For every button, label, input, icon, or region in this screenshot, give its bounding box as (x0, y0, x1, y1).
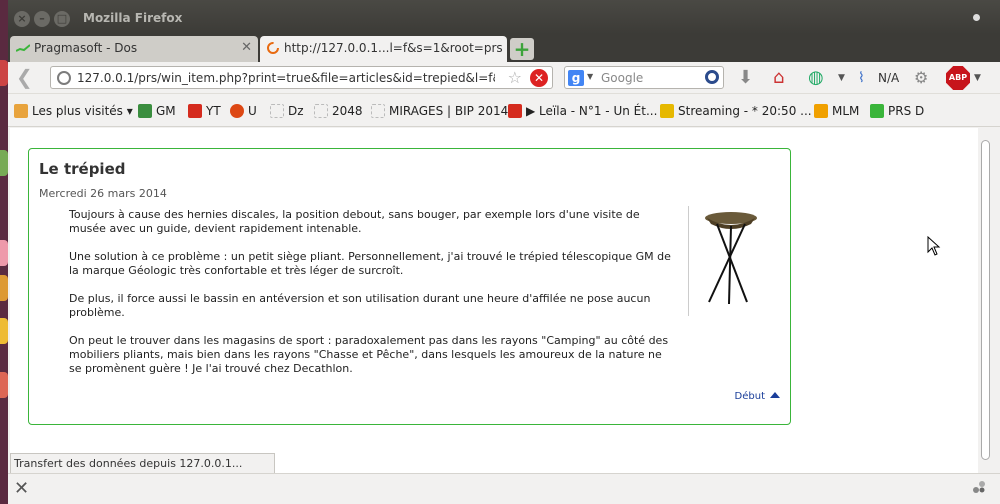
tripod-image (688, 206, 770, 316)
download-icon[interactable]: ⬇ (738, 67, 753, 89)
search-bar[interactable]: g ▼ Google (564, 66, 724, 89)
scrollbar-thumb[interactable] (981, 140, 990, 460)
bookmark-star-icon[interactable]: ☆ (508, 68, 522, 87)
search-input[interactable]: Google (601, 71, 643, 85)
article-paragraph: De plus, il force aussi le bassin en ant… (69, 292, 651, 319)
mlm-icon (814, 104, 828, 118)
launcher-item[interactable] (0, 372, 8, 398)
url-bar[interactable]: 127.0.0.1/prs/win_item.php?print=true&fi… (50, 66, 553, 89)
article-paragraph: Une solution à ce problème : un petit si… (69, 250, 671, 277)
navigation-bar: ❮ 127.0.0.1/prs/win_item.php?print=true&… (8, 62, 1000, 94)
window-title: Mozilla Firefox (83, 11, 183, 25)
launcher-item[interactable] (0, 240, 8, 266)
globe-addon-icon[interactable]: ◍ (808, 67, 824, 89)
ubuntu-icon (230, 104, 244, 118)
mouse-cursor-icon (927, 236, 941, 256)
tab-label: Pragmasoft - Dos (34, 41, 138, 55)
maximize-window-button[interactable]: □ (54, 11, 70, 27)
stop-icon[interactable]: ✕ (530, 69, 548, 87)
addon-status-label[interactable]: N/A (878, 71, 899, 85)
blank-page-icon (270, 104, 284, 118)
bookmark-item[interactable]: YT (188, 104, 221, 118)
minimize-window-button[interactable]: – (34, 11, 50, 27)
home-icon[interactable]: ⌂ (773, 67, 784, 89)
tab-pragmasoft[interactable]: Pragmasoft - Dos ✕ (10, 36, 258, 62)
browser-window: × – □ Mozilla Firefox Pragmasoft - Dos ✕… (8, 0, 1000, 504)
addon-gear-icon[interactable]: ⚙ (914, 67, 928, 89)
google-icon[interactable]: g (568, 70, 584, 86)
search-icon[interactable] (705, 70, 719, 84)
indicator-icon (973, 14, 980, 21)
tab-current[interactable]: http://127.0.0.1...l=f&s=1&root=prs (260, 36, 507, 62)
new-tab-button[interactable]: + (510, 38, 534, 60)
status-bar: Transfert des données depuis 127.0.0.1..… (10, 453, 275, 473)
bookmark-item[interactable]: MLM (814, 104, 859, 118)
bookmark-item[interactable]: Streaming - * 20:50 ... (660, 104, 812, 118)
tripod-stool-icon (705, 212, 757, 305)
prs-icon (870, 104, 884, 118)
streaming-icon (660, 104, 674, 118)
bookmark-item[interactable]: U (230, 104, 257, 118)
bookmark-item[interactable]: GM (138, 104, 176, 118)
close-addon-bar-icon[interactable]: ✕ (14, 478, 29, 499)
bookmark-item[interactable]: Les plus visités ▾ (14, 104, 133, 118)
back-to-top-link[interactable]: Début (735, 391, 780, 402)
addon-bar: ✕ (8, 473, 1000, 504)
close-window-button[interactable]: × (14, 11, 30, 27)
article-paragraph: On peut le trouver dans les magasins de … (69, 334, 669, 375)
url-text[interactable]: 127.0.0.1/prs/win_item.php?print=true&fi… (77, 71, 495, 85)
bookmark-item[interactable]: MIRAGES | BIP 2014 (371, 104, 508, 118)
tab-label: http://127.0.0.1...l=f&s=1&root=prs (284, 41, 503, 55)
youtube-icon (188, 104, 202, 118)
bookmark-item[interactable]: 2048 (314, 104, 363, 118)
bookmark-item[interactable]: ▶ Leïla - N°1 - Un Ét... (508, 104, 657, 118)
youtube-icon (508, 104, 522, 118)
prs-favicon-icon (16, 44, 30, 52)
article-title: Le trépied (39, 160, 126, 178)
article-date: Mercredi 26 mars 2014 (39, 187, 167, 200)
article-paragraph: Toujours à cause des hernies discales, l… (69, 208, 640, 235)
blank-page-icon (314, 104, 328, 118)
article-box: Le trépied Mercredi 26 mars 2014 Toujour… (28, 148, 791, 425)
chevron-down-icon[interactable]: ▼ (838, 67, 845, 89)
back-button[interactable]: ❮ (16, 66, 38, 88)
article-body: Toujours à cause des hernies discales, l… (69, 208, 674, 390)
blank-page-icon (371, 104, 385, 118)
launcher-item[interactable] (0, 150, 8, 176)
chevron-down-icon[interactable]: ▼ (974, 67, 981, 89)
addon-puzzle-icon[interactable] (972, 480, 986, 494)
launcher-item[interactable] (0, 60, 8, 86)
chevron-down-icon[interactable]: ▼ (587, 72, 593, 81)
bookmark-item[interactable]: PRS D (870, 104, 924, 118)
loading-spinner-icon (267, 42, 279, 54)
bookmark-item[interactable]: Dz (270, 104, 304, 118)
arrow-up-icon[interactable] (770, 392, 780, 398)
stats-icon[interactable]: ⌇ (858, 67, 865, 89)
title-bar: × – □ Mozilla Firefox (8, 0, 1000, 34)
maps-icon (138, 104, 152, 118)
vertical-scrollbar[interactable] (978, 128, 992, 473)
tab-bar: Pragmasoft - Dos ✕ http://127.0.0.1...l=… (8, 34, 1000, 62)
bookmarks-toolbar: Les plus visités ▾ GM YT U Dz 2048 MIRAG… (8, 95, 1000, 127)
close-tab-icon[interactable]: ✕ (241, 40, 252, 55)
launcher-item[interactable] (0, 318, 8, 344)
globe-icon (57, 71, 71, 85)
page-content: Le trépied Mercredi 26 mars 2014 Toujour… (10, 128, 978, 473)
folder-icon (14, 104, 28, 118)
launcher-item[interactable] (0, 275, 8, 301)
adblock-icon[interactable]: ABP (946, 66, 970, 90)
